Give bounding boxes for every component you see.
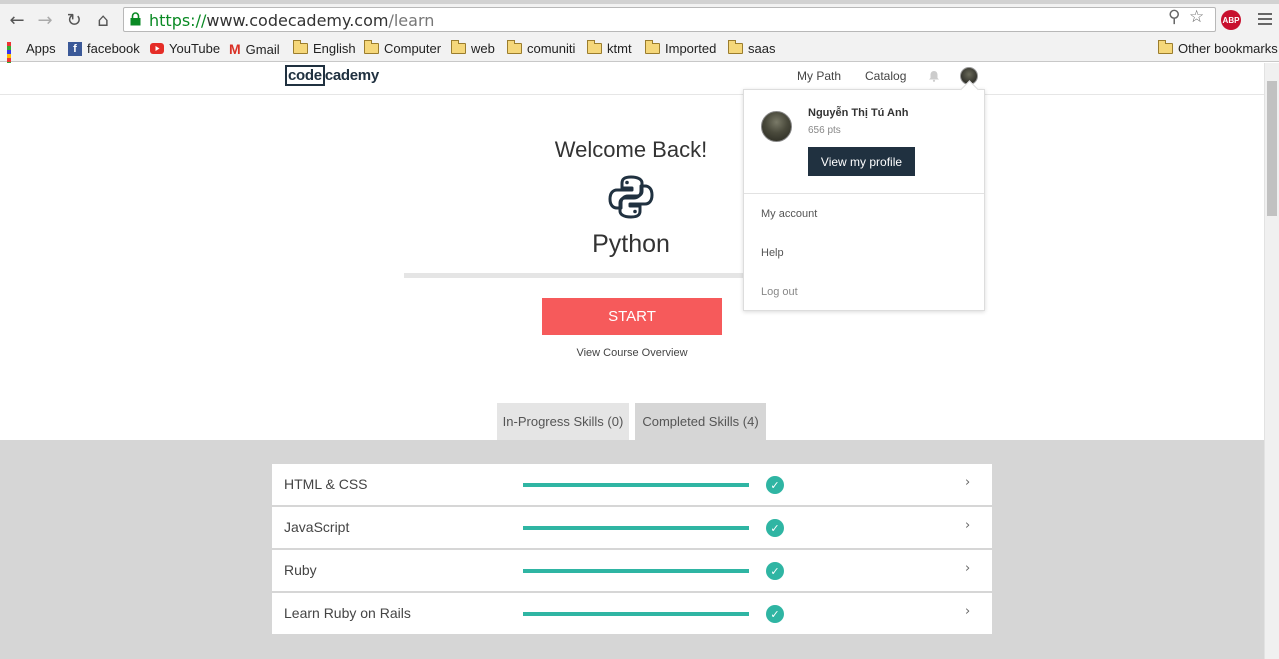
check-icon: ✓ (766, 605, 784, 623)
home-icon[interactable]: ⌂ (92, 9, 114, 31)
profile-dropdown: Nguyễn Thị Tú Anh 656 pts View my profil… (743, 89, 985, 311)
bookmark-gmail[interactable]: M Gmail (229, 41, 280, 57)
zoom-search-icon[interactable]: ⚲ (1168, 7, 1180, 27)
youtube-icon (150, 43, 164, 54)
skill-progress-bar (523, 483, 749, 487)
reload-icon[interactable]: ↻ (63, 9, 85, 31)
skill-progress-bar (523, 526, 749, 530)
bookmark-computer[interactable]: Computer (364, 40, 441, 56)
profile-name: Nguyễn Thị Tú Anh (808, 107, 909, 119)
log-out-link[interactable]: Log out (761, 286, 798, 298)
my-account-link[interactable]: My account (761, 208, 817, 220)
folder-icon (293, 40, 308, 54)
skill-name: Ruby (284, 562, 317, 578)
codecademy-logo[interactable]: code cademy (285, 65, 379, 86)
skill-name: JavaScript (284, 519, 350, 535)
skill-progress-bar (523, 569, 749, 573)
python-logo-icon (608, 175, 654, 219)
bookmark-saas[interactable]: saas (728, 40, 775, 56)
bell-icon[interactable] (928, 70, 940, 82)
folder-icon (728, 40, 743, 54)
address-bar[interactable]: https://www.codecademy.com/learn (123, 7, 1216, 32)
chevron-right-icon[interactable]: › (965, 518, 970, 533)
chevron-right-icon[interactable]: › (965, 475, 970, 490)
skill-progress-fill (523, 483, 749, 487)
check-icon: ✓ (766, 562, 784, 580)
skill-name: HTML & CSS (284, 476, 368, 492)
skill-progress-fill (523, 612, 749, 616)
bookmark-imported[interactable]: Imported (645, 40, 716, 56)
folder-icon (364, 40, 379, 54)
tab-completed-skills[interactable]: Completed Skills (4) (635, 403, 766, 440)
bookmark-ktmt[interactable]: ktmt (587, 40, 632, 56)
gmail-icon: M (229, 41, 241, 57)
check-icon: ✓ (766, 519, 784, 537)
bookmark-other[interactable]: Other bookmarks (1158, 40, 1278, 56)
view-course-overview-link[interactable]: View Course Overview (530, 347, 734, 359)
page-scrollbar[interactable] (1264, 63, 1279, 659)
chrome-menu-icon[interactable] (1258, 13, 1272, 28)
folder-icon (1158, 40, 1173, 54)
tab-in-progress-skills[interactable]: In-Progress Skills (0) (497, 403, 629, 440)
nav-catalog[interactable]: Catalog (865, 69, 906, 83)
bookmark-comuniti[interactable]: comuniti (507, 40, 575, 56)
skill-name: Learn Ruby on Rails (284, 605, 411, 621)
browser-toolbar: ← → ↻ ⌂ https://www.codecademy.com/learn… (0, 4, 1279, 36)
folder-icon (451, 40, 466, 54)
adblock-icon[interactable]: ABP (1221, 10, 1241, 30)
dropdown-divider (744, 193, 984, 194)
profile-avatar (761, 111, 792, 142)
site-header: code cademy My Path Catalog (0, 63, 1264, 95)
skill-row[interactable]: HTML & CSS ✓ › (272, 464, 992, 506)
skills-list: HTML & CSS ✓ › JavaScript ✓ › Ruby ✓ › L… (0, 440, 1264, 659)
lock-icon (130, 12, 141, 26)
skill-row[interactable]: Ruby ✓ › (272, 550, 992, 592)
bookmark-web[interactable]: web (451, 40, 495, 56)
skill-progress-fill (523, 526, 749, 530)
forward-icon[interactable]: → (34, 9, 56, 31)
bookmark-facebook[interactable]: f facebook (68, 41, 140, 56)
folder-icon (645, 40, 660, 54)
skill-progress-fill (523, 569, 749, 573)
bookmark-english[interactable]: English (293, 40, 356, 56)
back-icon[interactable]: ← (6, 9, 28, 31)
scrollbar-thumb[interactable] (1267, 81, 1277, 216)
star-icon[interactable]: ☆ (1189, 7, 1204, 27)
help-link[interactable]: Help (761, 247, 784, 259)
url-text: https://www.codecademy.com/learn (149, 11, 435, 30)
chevron-right-icon[interactable]: › (965, 604, 970, 619)
page-content: code cademy My Path Catalog Welcome Back!… (0, 63, 1264, 659)
folder-icon (587, 40, 602, 54)
bookmarks-bar: Apps f facebook YouTube M Gmail English … (0, 36, 1279, 78)
bookmark-youtube[interactable]: YouTube (150, 41, 220, 56)
nav-my-path[interactable]: My Path (797, 69, 841, 83)
chevron-right-icon[interactable]: › (965, 561, 970, 576)
view-profile-button[interactable]: View my profile (808, 147, 915, 176)
check-icon: ✓ (766, 476, 784, 494)
skill-progress-bar (523, 612, 749, 616)
start-button[interactable]: START (542, 298, 722, 335)
skill-row[interactable]: JavaScript ✓ › (272, 507, 992, 549)
skill-row[interactable]: Learn Ruby on Rails ✓ › (272, 593, 992, 635)
bookmark-apps[interactable]: Apps (7, 41, 56, 78)
folder-icon (507, 40, 522, 54)
apps-grid-icon (7, 41, 21, 78)
profile-points: 656 pts (808, 125, 841, 136)
facebook-icon: f (68, 41, 82, 56)
